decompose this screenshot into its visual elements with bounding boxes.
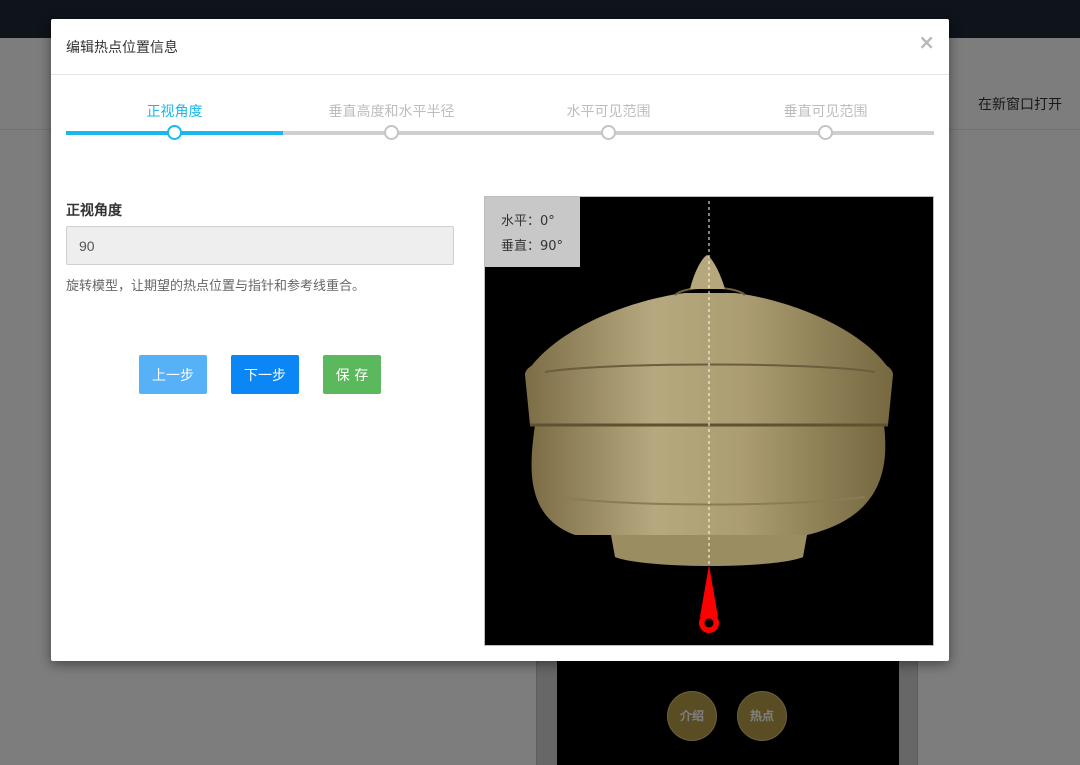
- step-label: 正视角度: [146, 104, 203, 120]
- step-label: 垂直可见范围: [783, 104, 868, 120]
- prev-step-button[interactable]: 上一步: [139, 355, 207, 394]
- front-angle-input[interactable]: [66, 226, 454, 265]
- modal-title: 编辑热点位置信息: [66, 40, 178, 56]
- step-label: 水平可见范围: [566, 104, 651, 120]
- next-step-button[interactable]: 下一步: [231, 355, 299, 394]
- step-height-radius[interactable]: 垂直高度和水平半径: [283, 99, 500, 149]
- step-front-angle[interactable]: 正视角度: [66, 99, 283, 149]
- step-dot: [384, 125, 399, 140]
- step-dot: [167, 125, 182, 140]
- step-horizontal-range[interactable]: 水平可见范围: [500, 99, 717, 149]
- pointer-icon: [699, 565, 719, 633]
- save-button[interactable]: 保 存: [323, 355, 381, 394]
- step-dot: [818, 125, 833, 140]
- angle-readout: 水平：0° 垂直：90°: [485, 197, 580, 267]
- close-icon[interactable]: ×: [918, 31, 935, 53]
- step-label: 垂直高度和水平半径: [328, 104, 455, 120]
- edit-hotspot-modal: 编辑热点位置信息 × 正视角度 垂直高度和水平半径 水平可见范围 垂直可见范围 …: [51, 19, 949, 661]
- help-text: 旋转模型，让期望的热点位置与指针和参考线重合。: [66, 279, 366, 294]
- vertical-angle: 垂直：90°: [501, 239, 564, 254]
- model-viewer[interactable]: 水平：0° 垂直：90°: [484, 196, 934, 646]
- modal-header: 编辑热点位置信息 ×: [51, 19, 949, 75]
- step-vertical-range[interactable]: 垂直可见范围: [717, 99, 934, 149]
- horizontal-angle: 水平：0°: [501, 214, 555, 229]
- step-dot: [601, 125, 616, 140]
- front-angle-label: 正视角度: [66, 203, 122, 219]
- step-progress-bar: 正视角度 垂直高度和水平半径 水平可见范围 垂直可见范围: [66, 99, 934, 149]
